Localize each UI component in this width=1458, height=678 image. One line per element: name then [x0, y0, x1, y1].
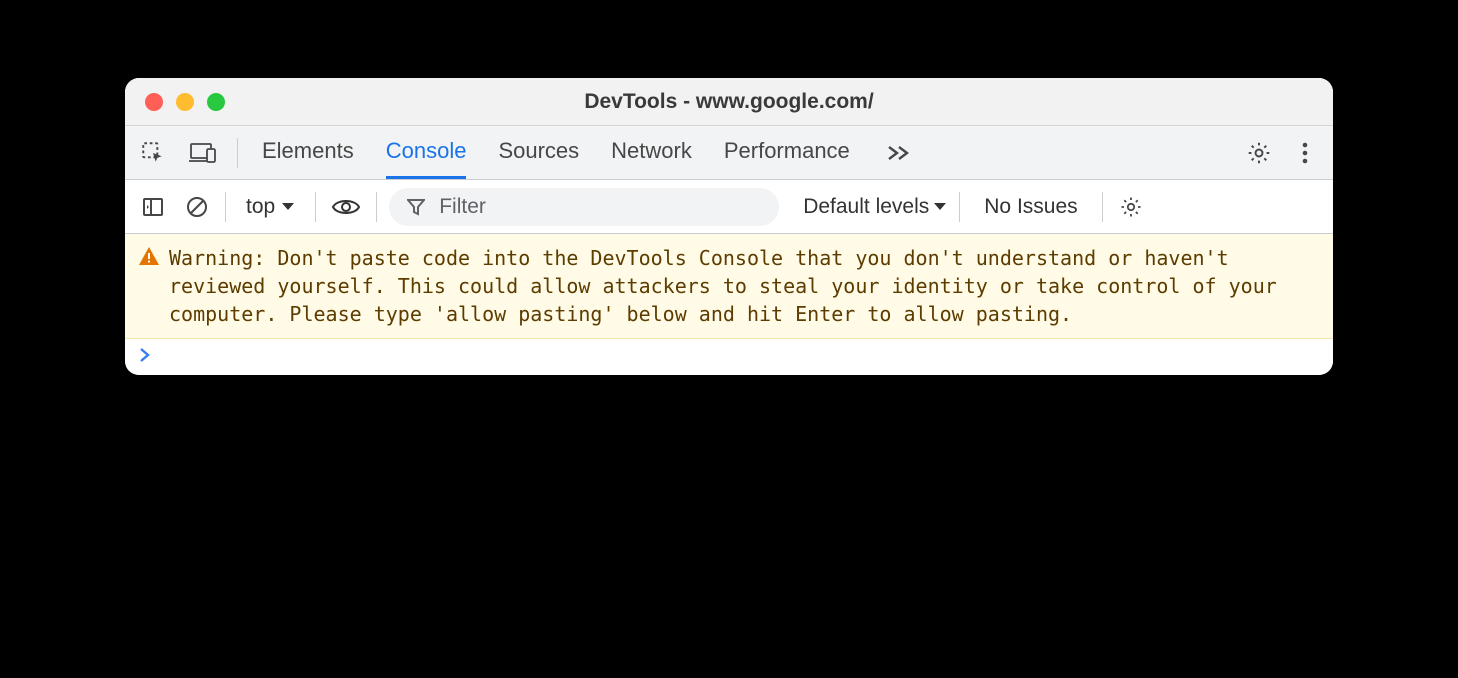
titlebar: DevTools - www.google.com/ [125, 78, 1333, 126]
device-toolbar-icon[interactable] [187, 137, 219, 169]
console-toolbar: top Default levels No Issues [125, 180, 1333, 234]
tab-console[interactable]: Console [386, 126, 467, 179]
warning-text: Warning: Don't paste code into the DevTo… [169, 244, 1313, 328]
chevron-down-icon [281, 202, 295, 212]
console-prompt-row[interactable] [125, 339, 1333, 375]
tab-sources[interactable]: Sources [498, 126, 579, 179]
close-window-button[interactable] [145, 93, 163, 111]
maximize-window-button[interactable] [207, 93, 225, 111]
more-tabs-icon[interactable] [882, 137, 914, 169]
tab-elements[interactable]: Elements [262, 126, 354, 179]
execution-context-select[interactable]: top [238, 195, 303, 219]
settings-gear-icon[interactable] [1243, 137, 1275, 169]
chevron-down-icon [933, 202, 947, 212]
filter-input[interactable] [439, 195, 761, 219]
divider [315, 192, 316, 222]
devtools-window: DevTools - www.google.com/ Elements Con [125, 78, 1333, 375]
divider [1102, 192, 1103, 222]
tab-performance[interactable]: Performance [724, 126, 850, 179]
divider [959, 192, 960, 222]
console-settings-gear-icon[interactable] [1115, 191, 1147, 223]
divider [225, 192, 226, 222]
toggle-console-sidebar-icon[interactable] [137, 191, 169, 223]
levels-label: Default levels [803, 195, 929, 219]
main-tabbar: Elements Console Sources Network Perform… [125, 126, 1333, 180]
issues-button[interactable]: No Issues [972, 195, 1089, 219]
divider [376, 192, 377, 222]
inspect-element-icon[interactable] [137, 137, 169, 169]
console-body: Warning: Don't paste code into the DevTo… [125, 234, 1333, 375]
minimize-window-button[interactable] [176, 93, 194, 111]
filter-box[interactable] [389, 188, 779, 226]
panel-tabs: Elements Console Sources Network Perform… [238, 126, 1231, 179]
kebab-menu-icon[interactable] [1289, 137, 1321, 169]
context-label: top [246, 195, 275, 219]
log-levels-select[interactable]: Default levels [803, 195, 947, 219]
prompt-chevron-icon [139, 347, 151, 368]
warning-triangle-icon [139, 247, 159, 270]
tab-network[interactable]: Network [611, 126, 692, 179]
filter-icon [407, 198, 425, 216]
console-warning-row: Warning: Don't paste code into the DevTo… [125, 234, 1333, 339]
clear-console-icon[interactable] [181, 191, 213, 223]
window-title: DevTools - www.google.com/ [125, 90, 1333, 114]
live-expression-icon[interactable] [328, 197, 364, 217]
window-controls [125, 93, 225, 111]
